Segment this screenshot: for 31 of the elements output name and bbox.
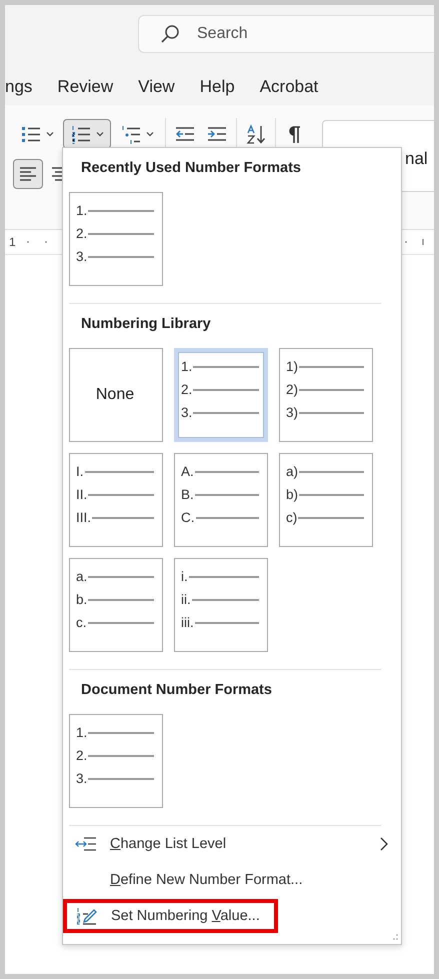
- sort-icon: [245, 123, 267, 145]
- indent-arrows-icon: [75, 835, 97, 853]
- section-heading: Recently Used Number Formats: [80, 159, 302, 178]
- align-left-button[interactable]: [13, 159, 43, 189]
- number-format-option[interactable]: A. B. C.: [174, 453, 268, 547]
- number-format-option[interactable]: I. II. III.: [69, 453, 163, 547]
- number-format-option[interactable]: 1) 2) 3): [279, 348, 373, 442]
- ribbon-tab[interactable]: Help: [200, 76, 235, 96]
- number-format-option[interactable]: 1. 2. 3.: [174, 348, 268, 442]
- menu-item[interactable]: Define New Number Format...: [63, 862, 401, 898]
- number-format-option[interactable]: 1. 2. 3.: [69, 714, 163, 808]
- ribbon-tab[interactable]: View: [138, 76, 175, 96]
- menu-item[interactable]: Change List Level: [63, 826, 401, 862]
- align-left-icon: [20, 167, 36, 181]
- number-format-option[interactable]: i. ii. iii.: [174, 558, 268, 652]
- numbering-button[interactable]: [63, 119, 111, 149]
- section-heading: Document Number Formats: [80, 681, 273, 700]
- number-format-option[interactable]: a) b) c): [279, 453, 373, 547]
- ribbon-tab[interactable]: Acrobat: [260, 76, 318, 96]
- ribbon-tab[interactable]: ngs: [5, 76, 32, 96]
- numbering-icon: [70, 123, 92, 145]
- search-field[interactable]: Search: [138, 15, 434, 53]
- ribbon-tab[interactable]: Review: [57, 76, 114, 96]
- numbered-pencil-icon: [76, 906, 98, 926]
- number-format-option[interactable]: 1. 2. 3.: [69, 192, 163, 286]
- number-format-option[interactable]: a. b. c.: [69, 558, 163, 652]
- menu-item[interactable]: Set Numbering Value...: [63, 899, 278, 933]
- number-format-option[interactable]: None: [69, 348, 163, 442]
- search-icon: [160, 24, 180, 44]
- multilevel-icon: [120, 123, 142, 145]
- section-heading: Numbering Library: [80, 315, 212, 334]
